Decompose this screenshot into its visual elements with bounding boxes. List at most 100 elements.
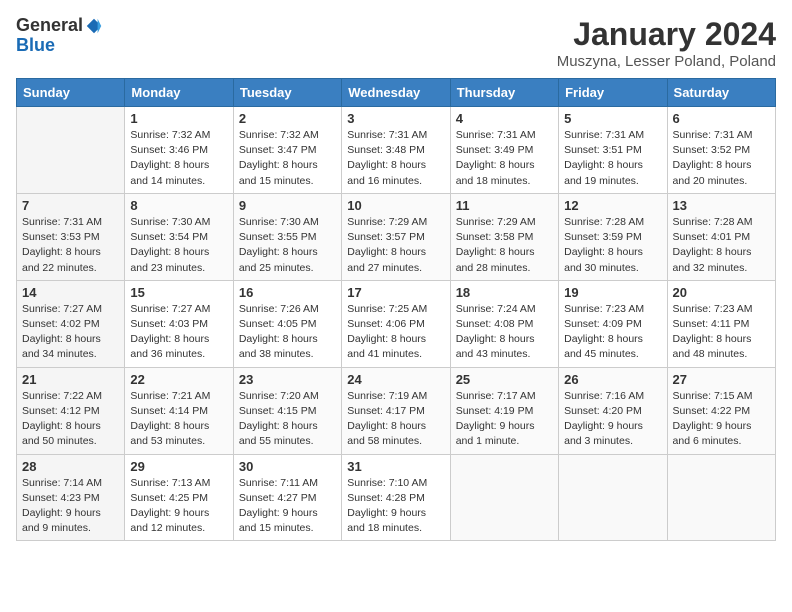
day-cell: [17, 107, 125, 194]
day-number: 18: [456, 285, 553, 300]
day-cell: 13 Sunrise: 7:28 AM Sunset: 4:01 PM Dayli…: [667, 193, 775, 280]
day-number: 8: [130, 198, 227, 213]
day-info: Sunrise: 7:31 AM Sunset: 3:51 PM Dayligh…: [564, 128, 661, 189]
day-info: Sunrise: 7:29 AM Sunset: 3:57 PM Dayligh…: [347, 215, 444, 276]
day-number: 27: [673, 372, 770, 387]
header-thursday: Thursday: [450, 79, 558, 107]
day-info: Sunrise: 7:10 AM Sunset: 4:28 PM Dayligh…: [347, 476, 444, 537]
calendar-subtitle: Muszyna, Lesser Poland, Poland: [557, 53, 776, 70]
day-number: 24: [347, 372, 444, 387]
day-info: Sunrise: 7:31 AM Sunset: 3:52 PM Dayligh…: [673, 128, 770, 189]
day-number: 31: [347, 459, 444, 474]
day-info: Sunrise: 7:19 AM Sunset: 4:17 PM Dayligh…: [347, 389, 444, 450]
day-cell: [667, 454, 775, 541]
day-number: 30: [239, 459, 336, 474]
day-number: 4: [456, 111, 553, 126]
day-number: 17: [347, 285, 444, 300]
day-cell: 6 Sunrise: 7:31 AM Sunset: 3:52 PM Daylig…: [667, 107, 775, 194]
day-cell: 19Sunrise: 7:23 AM Sunset: 4:09 PM Dayli…: [559, 280, 667, 367]
day-cell: 21Sunrise: 7:22 AM Sunset: 4:12 PM Dayli…: [17, 367, 125, 454]
day-cell: 25 Sunrise: 7:17 AM Sunset: 4:19 PM Dayli…: [450, 367, 558, 454]
day-number: 16: [239, 285, 336, 300]
day-number: 28: [22, 459, 119, 474]
header-friday: Friday: [559, 79, 667, 107]
logo-general-text: General: [16, 16, 83, 36]
day-cell: [450, 454, 558, 541]
day-cell: 12 Sunrise: 7:28 AM Sunset: 3:59 PM Dayli…: [559, 193, 667, 280]
day-number: 20: [673, 285, 770, 300]
day-info: Sunrise: 7:14 AM Sunset: 4:23 PM Dayligh…: [22, 476, 119, 537]
day-info: Sunrise: 7:31 AM Sunset: 3:48 PM Dayligh…: [347, 128, 444, 189]
day-info: Sunrise: 7:24 AM Sunset: 4:08 PM Dayligh…: [456, 302, 553, 363]
day-cell: 22 Sunrise: 7:21 AM Sunset: 4:14 PM Dayli…: [125, 367, 233, 454]
header-monday: Monday: [125, 79, 233, 107]
day-info: Sunrise: 7:25 AM Sunset: 4:06 PM Dayligh…: [347, 302, 444, 363]
day-cell: 11 Sunrise: 7:29 AM Sunset: 3:58 PM Dayli…: [450, 193, 558, 280]
day-info: Sunrise: 7:31 AM Sunset: 3:49 PM Dayligh…: [456, 128, 553, 189]
calendar-header-row: SundayMondayTuesdayWednesdayThursdayFrid…: [17, 79, 776, 107]
day-cell: 30 Sunrise: 7:11 AM Sunset: 4:27 PM Dayli…: [233, 454, 341, 541]
day-cell: 8 Sunrise: 7:30 AM Sunset: 3:54 PM Daylig…: [125, 193, 233, 280]
day-number: 15: [130, 285, 227, 300]
day-cell: 23Sunrise: 7:20 AM Sunset: 4:15 PM Dayli…: [233, 367, 341, 454]
day-cell: 10 Sunrise: 7:29 AM Sunset: 3:57 PM Dayli…: [342, 193, 450, 280]
calendar-table: SundayMondayTuesdayWednesdayThursdayFrid…: [16, 78, 776, 541]
day-cell: 4 Sunrise: 7:31 AM Sunset: 3:49 PM Daylig…: [450, 107, 558, 194]
day-info: Sunrise: 7:11 AM Sunset: 4:27 PM Dayligh…: [239, 476, 336, 537]
day-cell: 2Sunrise: 7:32 AM Sunset: 3:47 PM Daylig…: [233, 107, 341, 194]
day-number: 22: [130, 372, 227, 387]
calendar-title: January 2024: [557, 16, 776, 53]
day-cell: 18 Sunrise: 7:24 AM Sunset: 4:08 PM Dayli…: [450, 280, 558, 367]
day-cell: 9Sunrise: 7:30 AM Sunset: 3:55 PM Daylig…: [233, 193, 341, 280]
day-info: Sunrise: 7:27 AM Sunset: 4:03 PM Dayligh…: [130, 302, 227, 363]
day-number: 25: [456, 372, 553, 387]
day-number: 7: [22, 198, 119, 213]
day-info: Sunrise: 7:20 AM Sunset: 4:15 PM Dayligh…: [239, 389, 336, 450]
day-info: Sunrise: 7:32 AM Sunset: 3:46 PM Dayligh…: [130, 128, 227, 189]
logo-icon: [85, 17, 103, 35]
day-info: Sunrise: 7:27 AM Sunset: 4:02 PM Dayligh…: [22, 302, 119, 363]
day-number: 21: [22, 372, 119, 387]
day-cell: 31 Sunrise: 7:10 AM Sunset: 4:28 PM Dayli…: [342, 454, 450, 541]
day-cell: 16 Sunrise: 7:26 AM Sunset: 4:05 PM Dayli…: [233, 280, 341, 367]
day-info: Sunrise: 7:16 AM Sunset: 4:20 PM Dayligh…: [564, 389, 661, 450]
week-row-5: 28 Sunrise: 7:14 AM Sunset: 4:23 PM Dayli…: [17, 454, 776, 541]
day-info: Sunrise: 7:28 AM Sunset: 4:01 PM Dayligh…: [673, 215, 770, 276]
week-row-1: 1 Sunrise: 7:32 AM Sunset: 3:46 PM Daylig…: [17, 107, 776, 194]
week-row-2: 7Sunrise: 7:31 AM Sunset: 3:53 PM Daylig…: [17, 193, 776, 280]
logo: General Blue: [16, 16, 103, 56]
week-row-3: 14 Sunrise: 7:27 AM Sunset: 4:02 PM Dayli…: [17, 280, 776, 367]
day-info: Sunrise: 7:15 AM Sunset: 4:22 PM Dayligh…: [673, 389, 770, 450]
day-number: 1: [130, 111, 227, 126]
day-cell: 15 Sunrise: 7:27 AM Sunset: 4:03 PM Dayli…: [125, 280, 233, 367]
day-cell: [559, 454, 667, 541]
day-info: Sunrise: 7:23 AM Sunset: 4:09 PM Dayligh…: [564, 302, 661, 363]
day-cell: 20Sunrise: 7:23 AM Sunset: 4:11 PM Dayli…: [667, 280, 775, 367]
day-number: 10: [347, 198, 444, 213]
day-number: 13: [673, 198, 770, 213]
day-number: 11: [456, 198, 553, 213]
day-number: 14: [22, 285, 119, 300]
header-saturday: Saturday: [667, 79, 775, 107]
day-info: Sunrise: 7:30 AM Sunset: 3:54 PM Dayligh…: [130, 215, 227, 276]
day-cell: 7Sunrise: 7:31 AM Sunset: 3:53 PM Daylig…: [17, 193, 125, 280]
day-info: Sunrise: 7:17 AM Sunset: 4:19 PM Dayligh…: [456, 389, 553, 450]
day-number: 3: [347, 111, 444, 126]
day-info: Sunrise: 7:28 AM Sunset: 3:59 PM Dayligh…: [564, 215, 661, 276]
day-number: 5: [564, 111, 661, 126]
day-cell: 28 Sunrise: 7:14 AM Sunset: 4:23 PM Dayli…: [17, 454, 125, 541]
day-info: Sunrise: 7:26 AM Sunset: 4:05 PM Dayligh…: [239, 302, 336, 363]
title-block: January 2024 Muszyna, Lesser Poland, Pol…: [557, 16, 776, 70]
day-cell: 5 Sunrise: 7:31 AM Sunset: 3:51 PM Daylig…: [559, 107, 667, 194]
header-wednesday: Wednesday: [342, 79, 450, 107]
day-info: Sunrise: 7:32 AM Sunset: 3:47 PM Dayligh…: [239, 128, 336, 189]
header-sunday: Sunday: [17, 79, 125, 107]
day-cell: 1 Sunrise: 7:32 AM Sunset: 3:46 PM Daylig…: [125, 107, 233, 194]
day-number: 6: [673, 111, 770, 126]
day-info: Sunrise: 7:29 AM Sunset: 3:58 PM Dayligh…: [456, 215, 553, 276]
day-info: Sunrise: 7:21 AM Sunset: 4:14 PM Dayligh…: [130, 389, 227, 450]
day-cell: 14 Sunrise: 7:27 AM Sunset: 4:02 PM Dayli…: [17, 280, 125, 367]
day-cell: 26Sunrise: 7:16 AM Sunset: 4:20 PM Dayli…: [559, 367, 667, 454]
day-number: 12: [564, 198, 661, 213]
day-cell: 3 Sunrise: 7:31 AM Sunset: 3:48 PM Daylig…: [342, 107, 450, 194]
